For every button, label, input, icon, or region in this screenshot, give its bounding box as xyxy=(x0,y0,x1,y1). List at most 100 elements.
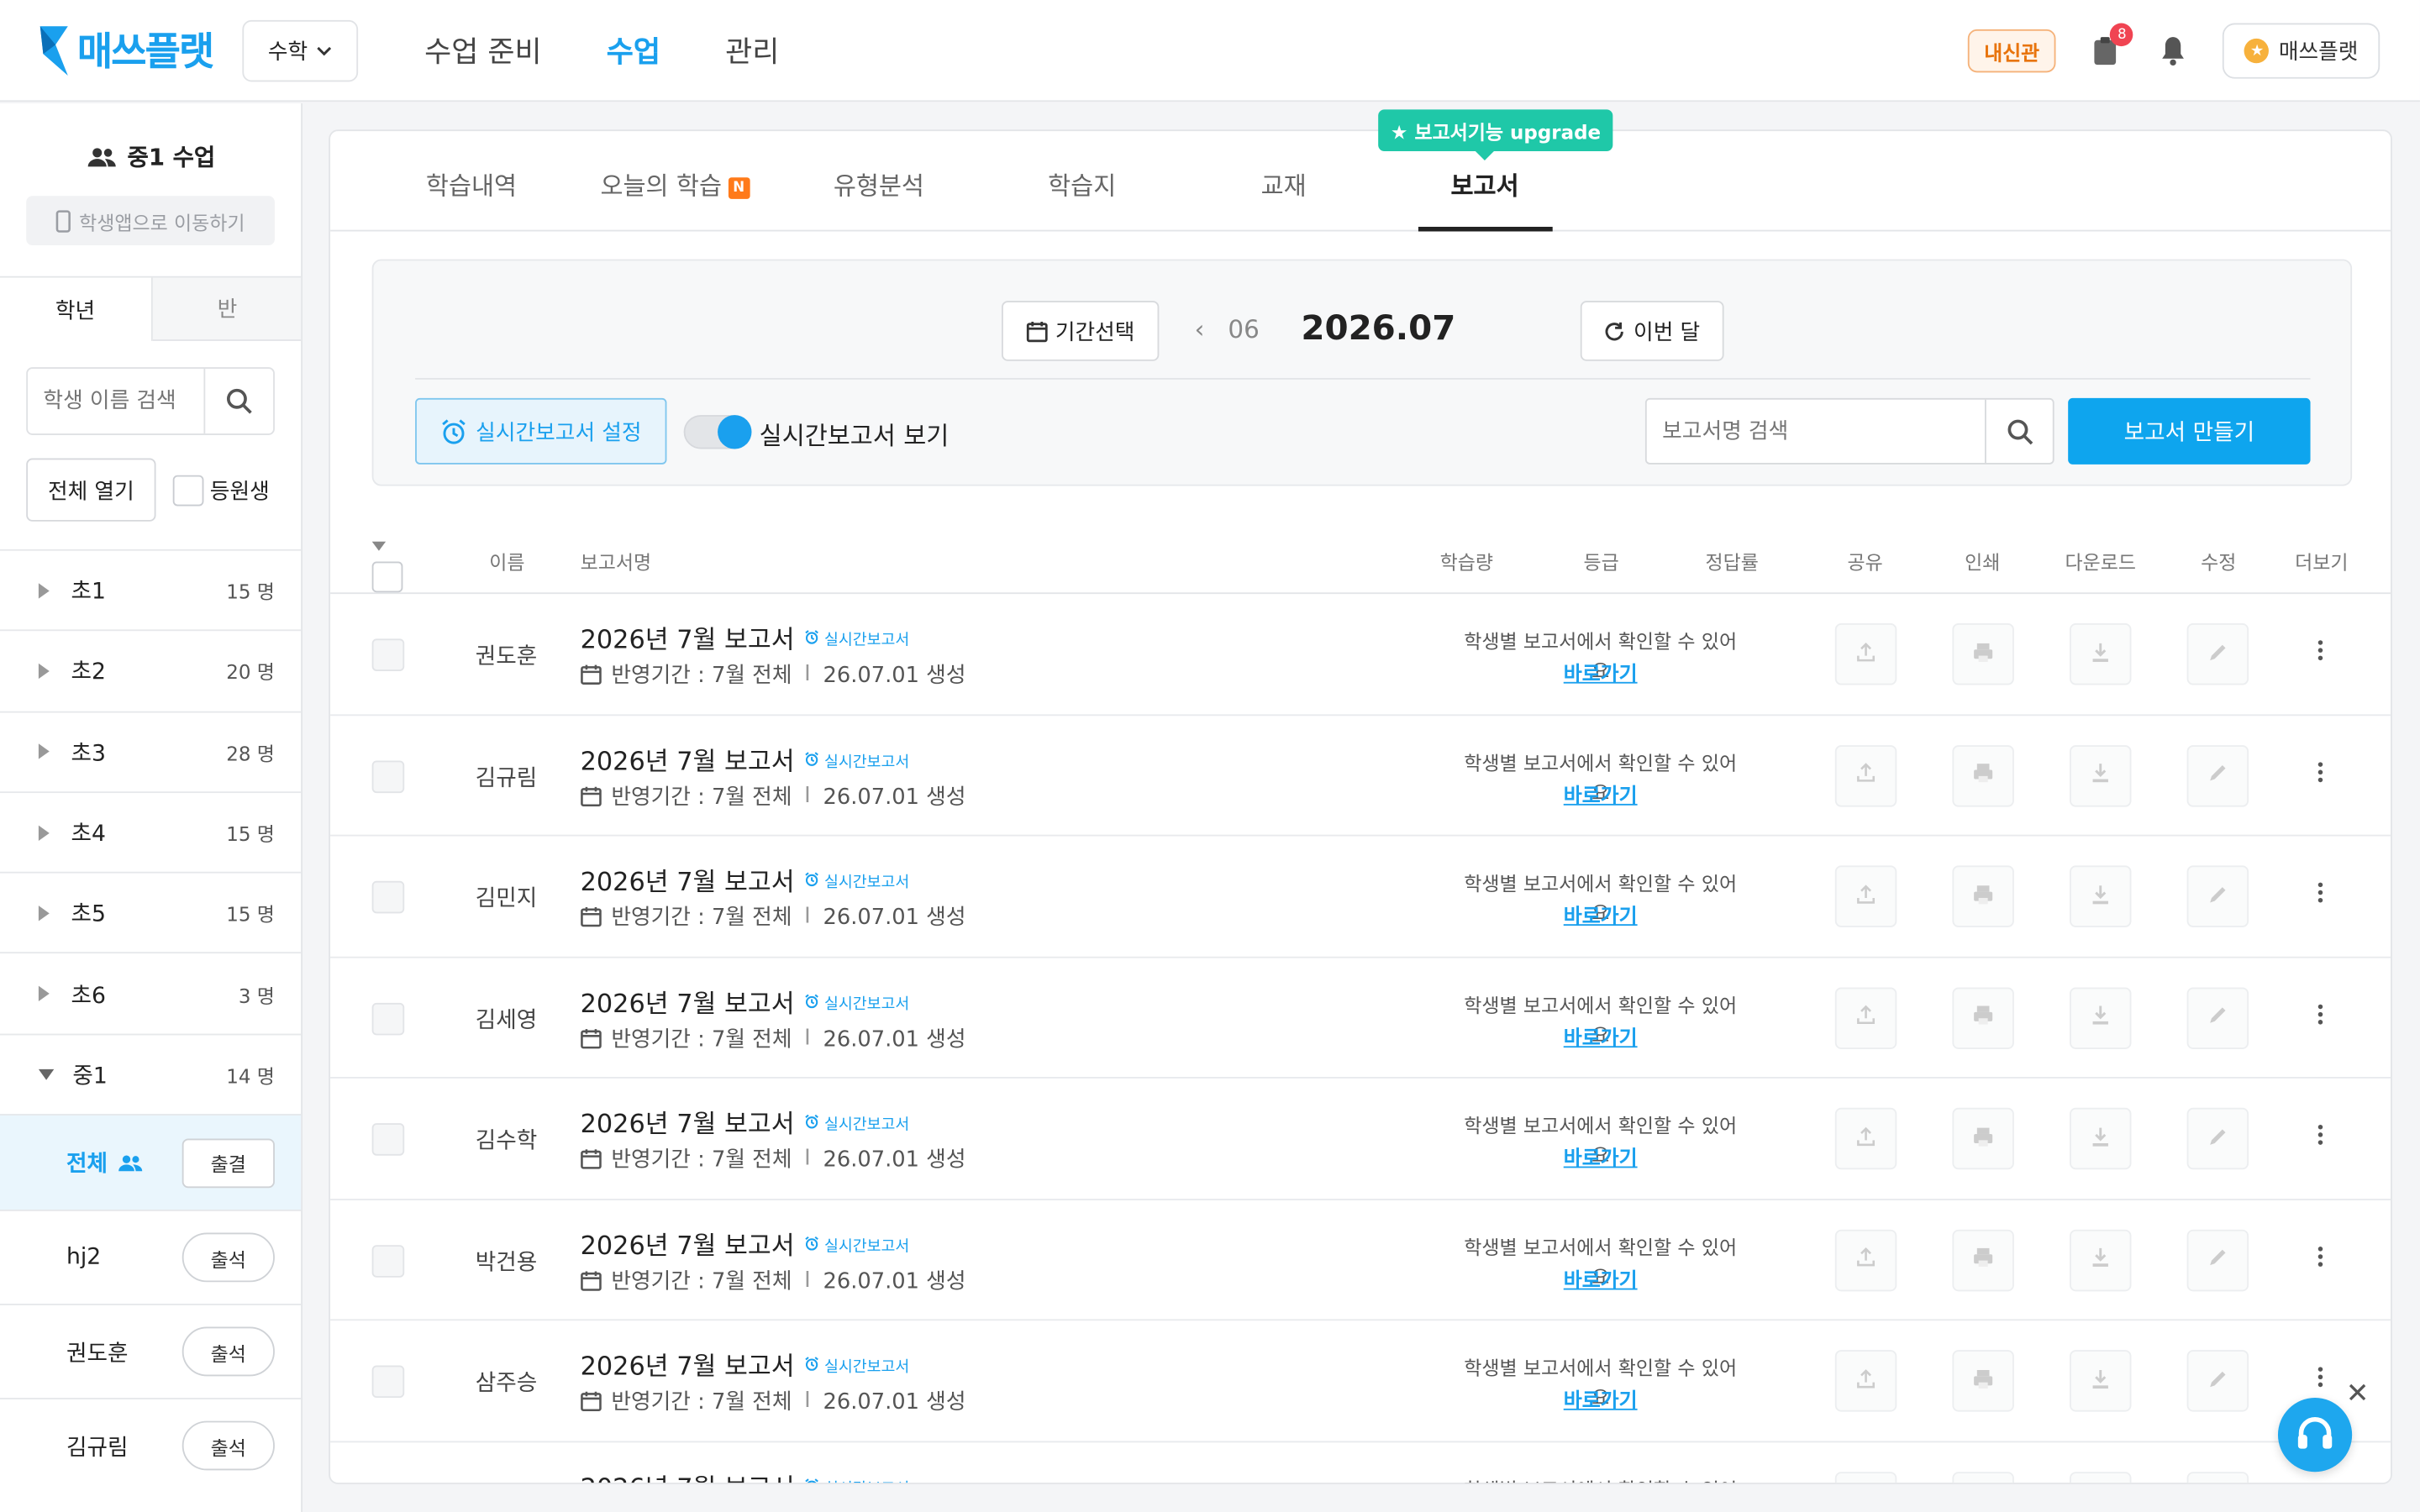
more-icon[interactable] xyxy=(2315,1124,2324,1145)
grade-row[interactable]: 초2 20 명 xyxy=(0,629,302,711)
student-search-input[interactable] xyxy=(28,368,204,434)
edit-button[interactable] xyxy=(2186,865,2249,927)
tab-today[interactable]: 오늘의 학습 N xyxy=(600,165,750,202)
tab-worksheet[interactable]: 학습지 xyxy=(1048,165,1116,202)
subject-select[interactable]: 수학 xyxy=(242,19,359,82)
student-row[interactable]: hj2 출석 xyxy=(0,1210,302,1304)
goto-link[interactable]: 바로가기 xyxy=(1457,779,1744,808)
period-select-button[interactable]: 기간선택 xyxy=(1002,301,1160,361)
share-button[interactable] xyxy=(1834,865,1897,927)
download-button[interactable] xyxy=(2070,1471,2132,1483)
share-button[interactable] xyxy=(1834,744,1897,806)
row-checkbox[interactable] xyxy=(371,759,405,793)
tab-type-analysis[interactable]: 유형분석 xyxy=(834,165,924,202)
grade-row[interactable]: 초6 3 명 xyxy=(0,953,302,1033)
download-button[interactable] xyxy=(2070,1350,2132,1412)
select-all[interactable] xyxy=(371,541,403,593)
print-button[interactable] xyxy=(1952,744,2014,806)
print-button[interactable] xyxy=(1952,986,2014,1049)
logo[interactable]: 매쓰플랫 xyxy=(37,22,214,77)
row-checkbox[interactable] xyxy=(371,880,405,914)
more-icon[interactable] xyxy=(2315,1003,2324,1024)
print-button[interactable] xyxy=(1952,1471,2014,1483)
edit-button[interactable] xyxy=(2186,1107,2249,1170)
report-title[interactable]: 2026년 7월 보고서 실시간보고서 xyxy=(581,982,910,1019)
print-button[interactable] xyxy=(1952,1350,2014,1412)
share-button[interactable] xyxy=(1834,1228,1897,1291)
grade-row[interactable]: 초5 15 명 xyxy=(0,872,302,953)
report-row[interactable]: 권도훈 2026년 7월 보고서 실시간보고서 반영기간 : 7월 전체 I 26.07… xyxy=(330,594,2391,716)
caret-down-icon[interactable] xyxy=(371,541,387,551)
print-button[interactable] xyxy=(1952,623,2014,685)
upgrade-tooltip[interactable]: ★ 보고서기능 upgrade xyxy=(1378,109,1613,161)
report-title[interactable]: 2026년 7월 보고서 실시간보고서 xyxy=(581,619,910,656)
print-button[interactable] xyxy=(1952,865,2014,927)
report-row[interactable]: 삼주승 2026년 7월 보고서 실시간보고서 반영기간 : 7월 전체 I 26.07… xyxy=(330,1320,2391,1442)
grade-row[interactable]: 중1 14 명 xyxy=(0,1033,302,1114)
create-report-button[interactable]: 보고서 만들기 xyxy=(2068,397,2311,465)
grade-row[interactable]: 초3 28 명 xyxy=(0,710,302,791)
share-button[interactable] xyxy=(1834,623,1897,685)
this-month-button[interactable]: 이번 달 xyxy=(1580,301,1724,361)
profile-button[interactable]: ★ 매쓰플랫 xyxy=(2223,23,2381,79)
edit-button[interactable] xyxy=(2186,986,2249,1049)
close-icon[interactable]: ✕ xyxy=(2346,1378,2370,1410)
move-student-app-button[interactable]: 학생앱으로 이동하기 xyxy=(26,196,275,246)
goto-link[interactable]: 바로가기 xyxy=(1457,1263,1744,1293)
open-all-button[interactable]: 전체 열기 xyxy=(26,458,156,522)
report-title[interactable]: 2026년 7월 보고서 실시간보고서 xyxy=(581,861,910,898)
tab-textbook[interactable]: 교재 xyxy=(1261,165,1307,202)
prev-month-button[interactable]: ‹ 06 xyxy=(1195,315,1260,344)
goto-link[interactable]: 바로가기 xyxy=(1457,1142,1744,1172)
report-row[interactable]: 박건용 2026년 7월 보고서 실시간보고서 반영기간 : 7월 전체 I 26.07… xyxy=(330,1200,2391,1321)
edit-button[interactable] xyxy=(2186,1471,2249,1483)
print-button[interactable] xyxy=(1952,1107,2014,1170)
report-row[interactable]: 김수학 2026년 7월 보고서 실시간보고서 반영기간 : 7월 전체 I 26.07… xyxy=(330,1079,2391,1200)
student-row[interactable]: 김규림 출석 xyxy=(0,1398,302,1492)
row-checkbox[interactable] xyxy=(371,1001,405,1035)
download-button[interactable] xyxy=(2070,744,2132,806)
attendance-button[interactable]: 출결 xyxy=(182,1137,275,1188)
report-title[interactable]: 2026년 7월 보고서 실시간보고서 xyxy=(581,1467,909,1483)
clipboard-button[interactable]: 8 xyxy=(2087,23,2134,70)
report-row[interactable]: 김민지 2026년 7월 보고서 실시간보고서 반영기간 : 7월 전체 I 26.07… xyxy=(330,836,2391,958)
tab-history[interactable]: 학습내역 xyxy=(426,165,517,202)
share-button[interactable] xyxy=(1834,1350,1897,1412)
download-button[interactable] xyxy=(2070,1228,2132,1291)
download-button[interactable] xyxy=(2070,623,2132,685)
row-checkbox[interactable] xyxy=(371,1123,405,1156)
realtime-setting-button[interactable]: 실시간보고서 설정 xyxy=(415,397,667,465)
row-checkbox[interactable] xyxy=(371,1244,405,1277)
goto-link[interactable]: 바로가기 xyxy=(1457,900,1744,929)
attendance-button[interactable]: 출석 xyxy=(182,1326,275,1377)
goto-link[interactable]: 바로가기 xyxy=(1457,1021,1744,1050)
report-title[interactable]: 2026년 7월 보고서 실시간보고서 xyxy=(581,1103,910,1140)
realtime-view-toggle[interactable] xyxy=(683,415,752,449)
nav-lesson-prep[interactable]: 수업 준비 xyxy=(424,29,542,71)
student-row[interactable]: 권도훈 출석 xyxy=(0,1304,302,1398)
share-button[interactable] xyxy=(1834,1107,1897,1170)
help-chat-button[interactable] xyxy=(2277,1398,2353,1473)
grade-row[interactable]: 초4 15 명 xyxy=(0,791,302,872)
naesin-badge[interactable]: 내신관 xyxy=(1967,29,2057,73)
goto-link[interactable]: 바로가기 xyxy=(1457,1384,1744,1414)
more-icon[interactable] xyxy=(2315,640,2324,661)
grade-row[interactable]: 초1 15 명 xyxy=(0,549,302,630)
edit-button[interactable] xyxy=(2186,744,2249,806)
nav-manage[interactable]: 관리 xyxy=(725,29,779,71)
attendance-button[interactable]: 출석 xyxy=(182,1232,275,1283)
report-title[interactable]: 2026년 7월 보고서 실시간보고서 xyxy=(581,1346,910,1383)
student-search-button[interactable] xyxy=(203,368,273,434)
download-button[interactable] xyxy=(2070,1107,2132,1170)
more-icon[interactable] xyxy=(2315,1367,2324,1388)
nav-lesson[interactable]: 수업 xyxy=(607,29,660,71)
tab-class[interactable]: 반 xyxy=(151,277,302,341)
print-button[interactable] xyxy=(1952,1228,2014,1291)
select-all-checkbox[interactable] xyxy=(371,561,403,593)
report-title[interactable]: 2026년 7월 보고서 실시간보고서 xyxy=(581,1224,910,1261)
download-button[interactable] xyxy=(2070,986,2132,1049)
download-button[interactable] xyxy=(2070,865,2132,927)
more-icon[interactable] xyxy=(2315,761,2324,782)
edit-button[interactable] xyxy=(2186,1228,2249,1291)
edit-button[interactable] xyxy=(2186,623,2249,685)
